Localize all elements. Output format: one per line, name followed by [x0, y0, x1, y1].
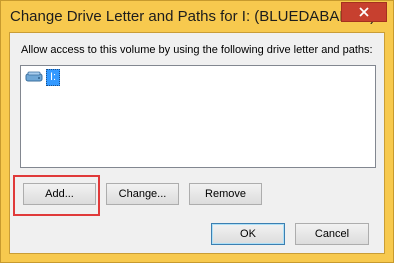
dialog-body: Allow access to this volume by using the… [9, 32, 385, 254]
window-title: Change Drive Letter and Paths for I: (BL… [10, 8, 376, 25]
drive-icon [25, 71, 43, 82]
title-bar[interactable]: Change Drive Letter and Paths for I: (BL… [1, 1, 393, 32]
close-icon [359, 7, 369, 17]
list-item[interactable]: I: [25, 68, 61, 86]
instruction-text: Allow access to this volume by using the… [21, 44, 373, 56]
cancel-button[interactable]: Cancel [295, 223, 369, 245]
list-item-label: I: [46, 68, 61, 86]
change-button[interactable]: Change... [106, 183, 179, 205]
add-button[interactable]: Add... [23, 183, 96, 205]
remove-button[interactable]: Remove [189, 183, 262, 205]
dialog-window: Change Drive Letter and Paths for I: (BL… [0, 0, 394, 263]
paths-listbox[interactable]: I: [20, 65, 376, 168]
close-button[interactable] [341, 2, 387, 22]
ok-button[interactable]: OK [211, 223, 285, 245]
